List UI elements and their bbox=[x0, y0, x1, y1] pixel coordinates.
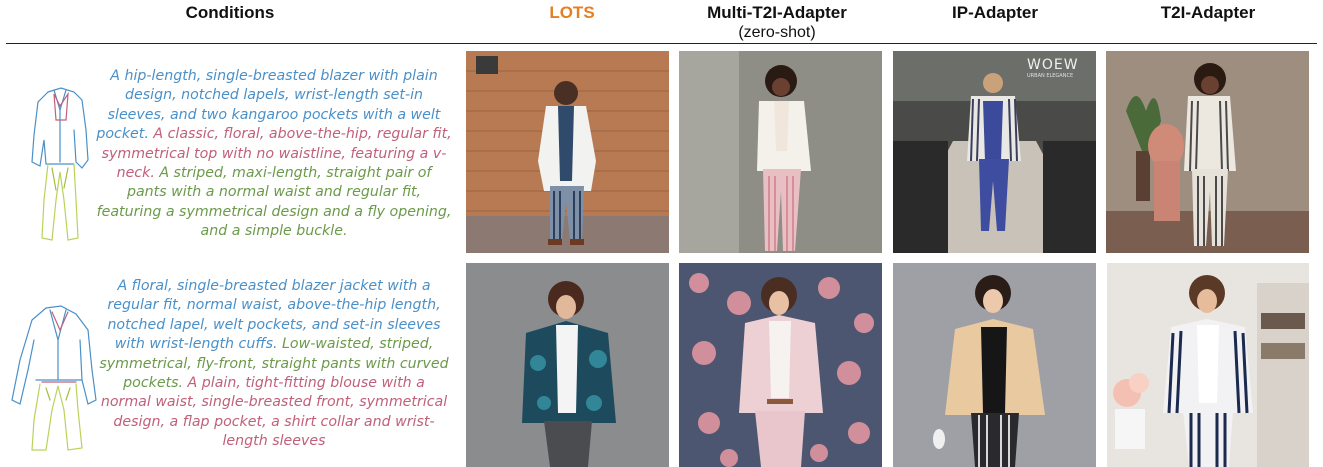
image-multi-t2i-row1 bbox=[679, 51, 882, 253]
image-ip-adapter-row2 bbox=[893, 263, 1096, 467]
header-multi-t2i-sublabel: (zero-shot) bbox=[738, 24, 816, 41]
image-ip-adapter-row1: WOEW URBAN ELEGANCE bbox=[893, 51, 1096, 253]
sketch-row2 bbox=[11, 305, 97, 451]
header-conditions: Conditions bbox=[185, 3, 275, 22]
ip-adapter-watermark: WOEW bbox=[1027, 57, 1079, 73]
image-t2i-adapter-row1 bbox=[1106, 51, 1309, 253]
header-ip-adapter: IP-Adapter bbox=[952, 3, 1038, 22]
image-t2i-adapter-row2 bbox=[1107, 263, 1310, 467]
image-multi-t2i-row2 bbox=[679, 263, 882, 467]
header-lots: LOTS bbox=[549, 3, 595, 22]
header-multi-t2i-label: Multi-T2I-Adapter bbox=[707, 3, 847, 22]
condition-text-row1: A hip-length, single-breasted blazer wit… bbox=[96, 67, 452, 242]
image-lots-row1 bbox=[466, 51, 669, 253]
condition-text-row2: A floral, single-breasted blazer jacket … bbox=[96, 277, 452, 452]
image-lots-row2 bbox=[466, 263, 669, 467]
header-multi-t2i-adapter: Multi-T2I-Adapter (zero-shot) bbox=[672, 2, 882, 42]
header-divider bbox=[6, 43, 1317, 44]
header-t2i-adapter: T2I-Adapter bbox=[1160, 3, 1256, 22]
sketch-row1 bbox=[31, 87, 89, 241]
ip-adapter-watermark-sub: URBAN ELEGANCE bbox=[1027, 73, 1073, 79]
